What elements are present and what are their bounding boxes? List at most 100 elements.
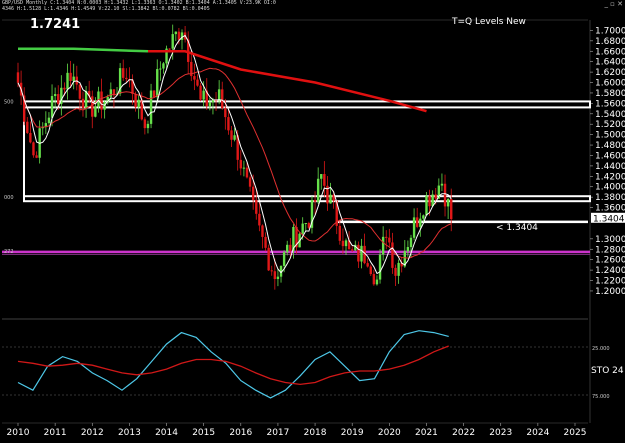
candle-body <box>242 167 246 169</box>
level-left-label: 500 <box>4 99 14 105</box>
candle-body <box>221 89 224 109</box>
candle-body <box>267 247 270 271</box>
candle-body <box>137 99 140 108</box>
y-tick-label: 1.5600 <box>595 99 625 109</box>
candle-body <box>29 132 32 143</box>
candle-body <box>286 244 289 253</box>
stochastic-label: STO 24 <box>591 366 624 376</box>
y-tick-label: 1.6000 <box>595 79 625 89</box>
candle-body <box>248 177 252 187</box>
candle-body <box>372 274 376 285</box>
candle-body <box>199 85 202 100</box>
x-tick-label: 2011 <box>44 428 67 438</box>
y-tick-label: 1.4200 <box>595 172 625 182</box>
y-tick-label: 1.6200 <box>595 68 625 78</box>
candle-body <box>57 94 60 104</box>
candle-body <box>316 178 320 202</box>
candle-body <box>152 90 156 98</box>
candle-body <box>35 155 38 158</box>
y-tick-label: 1.3600 <box>595 204 625 214</box>
candle-body <box>255 199 258 214</box>
candle-body <box>168 48 171 50</box>
candle-body <box>397 262 400 276</box>
x-tick-label: 2022 <box>452 428 475 438</box>
candle-body <box>50 96 54 118</box>
candle-body <box>149 90 153 124</box>
candle-body <box>125 77 128 80</box>
candle-body <box>366 263 369 267</box>
candlestick-chart[interactable]: 1.70001.68001.66001.64001.62001.60001.58… <box>0 0 625 443</box>
candle-body <box>351 249 354 251</box>
y-tick-label: 1.2000 <box>595 287 625 297</box>
x-tick-label: 2017 <box>266 428 289 438</box>
y-tick-label: 1.6400 <box>595 58 625 68</box>
candle-body <box>341 240 345 247</box>
candle-body <box>388 237 391 243</box>
window-controls[interactable]: _ ▫ ✕ <box>604 0 623 8</box>
candle-body <box>32 142 35 156</box>
candle-body <box>233 135 236 140</box>
candle-body <box>282 252 286 266</box>
y-tick-label-current: 1.3404 <box>593 214 625 224</box>
stoch-tick-label: 25.000 <box>592 346 610 352</box>
candle-body <box>217 89 221 101</box>
candle-body <box>276 276 280 280</box>
x-tick-label: 2021 <box>415 428 438 438</box>
candle-body <box>78 84 82 99</box>
candle-body <box>422 215 425 219</box>
y-tick-label: 1.5400 <box>595 110 625 120</box>
candle-body <box>446 199 450 207</box>
level-left-label: 272 <box>4 249 14 255</box>
candle-body <box>391 242 394 268</box>
y-tick-label: 1.3800 <box>595 193 625 203</box>
candle-body <box>301 223 304 234</box>
stoch-tick-label: 75.000 <box>592 394 610 400</box>
current-level-line <box>338 220 588 224</box>
y-tick-label: 1.5200 <box>595 120 625 130</box>
x-tick-label: 2014 <box>155 428 178 438</box>
y-tick-label: 1.2800 <box>595 245 625 255</box>
candle-body <box>103 101 106 110</box>
x-tick-label: 2019 <box>341 428 364 438</box>
candle-body <box>428 195 431 207</box>
x-tick-label: 2016 <box>229 428 252 438</box>
candle-body <box>196 79 199 86</box>
candle-body <box>360 245 363 262</box>
candle-body <box>239 159 242 169</box>
candle-body <box>177 31 181 40</box>
candle-body <box>156 69 159 98</box>
x-tick-label: 2020 <box>378 428 401 438</box>
candle-body <box>47 117 51 124</box>
y-tick-label: 1.4000 <box>595 183 625 193</box>
candle-body <box>227 117 230 131</box>
candle-body <box>162 63 165 69</box>
candle-body <box>415 217 419 227</box>
candle-body <box>320 174 323 179</box>
candle-body <box>409 237 413 248</box>
candle-body <box>134 93 137 108</box>
candle-body <box>94 106 97 117</box>
chart-window: 1.7000 1.6800 1.6600 1.6400 1.6200 1.6000 1.58… <box>0 0 625 443</box>
y-tick-label: 1.5800 <box>595 89 625 99</box>
candle-body <box>329 194 332 204</box>
header-indicator-line: 4346 H:1.5128 L:1.4346 H:1.4549 V:22.10 … <box>2 6 210 12</box>
ma-long-green-line <box>18 47 149 53</box>
candle-body <box>443 183 447 207</box>
candle-body <box>273 271 277 280</box>
candle-body <box>304 223 307 225</box>
candle-body <box>434 194 437 199</box>
y-tick-label: 1.4600 <box>595 151 625 161</box>
candle-body <box>230 130 233 140</box>
candle-body <box>357 244 360 262</box>
big-price-readout: 1.7241 <box>30 17 81 32</box>
candle-body <box>344 240 348 247</box>
y-tick-label: 1.4800 <box>595 141 625 151</box>
candle-body <box>16 72 20 83</box>
candle-body <box>270 270 273 272</box>
y-tick-label: 1.2200 <box>595 277 625 287</box>
candle-body <box>440 183 444 186</box>
candle-body <box>208 102 212 107</box>
candle-body <box>109 89 113 97</box>
candle-body <box>100 91 103 110</box>
y-tick-label: 1.2400 <box>595 266 625 276</box>
